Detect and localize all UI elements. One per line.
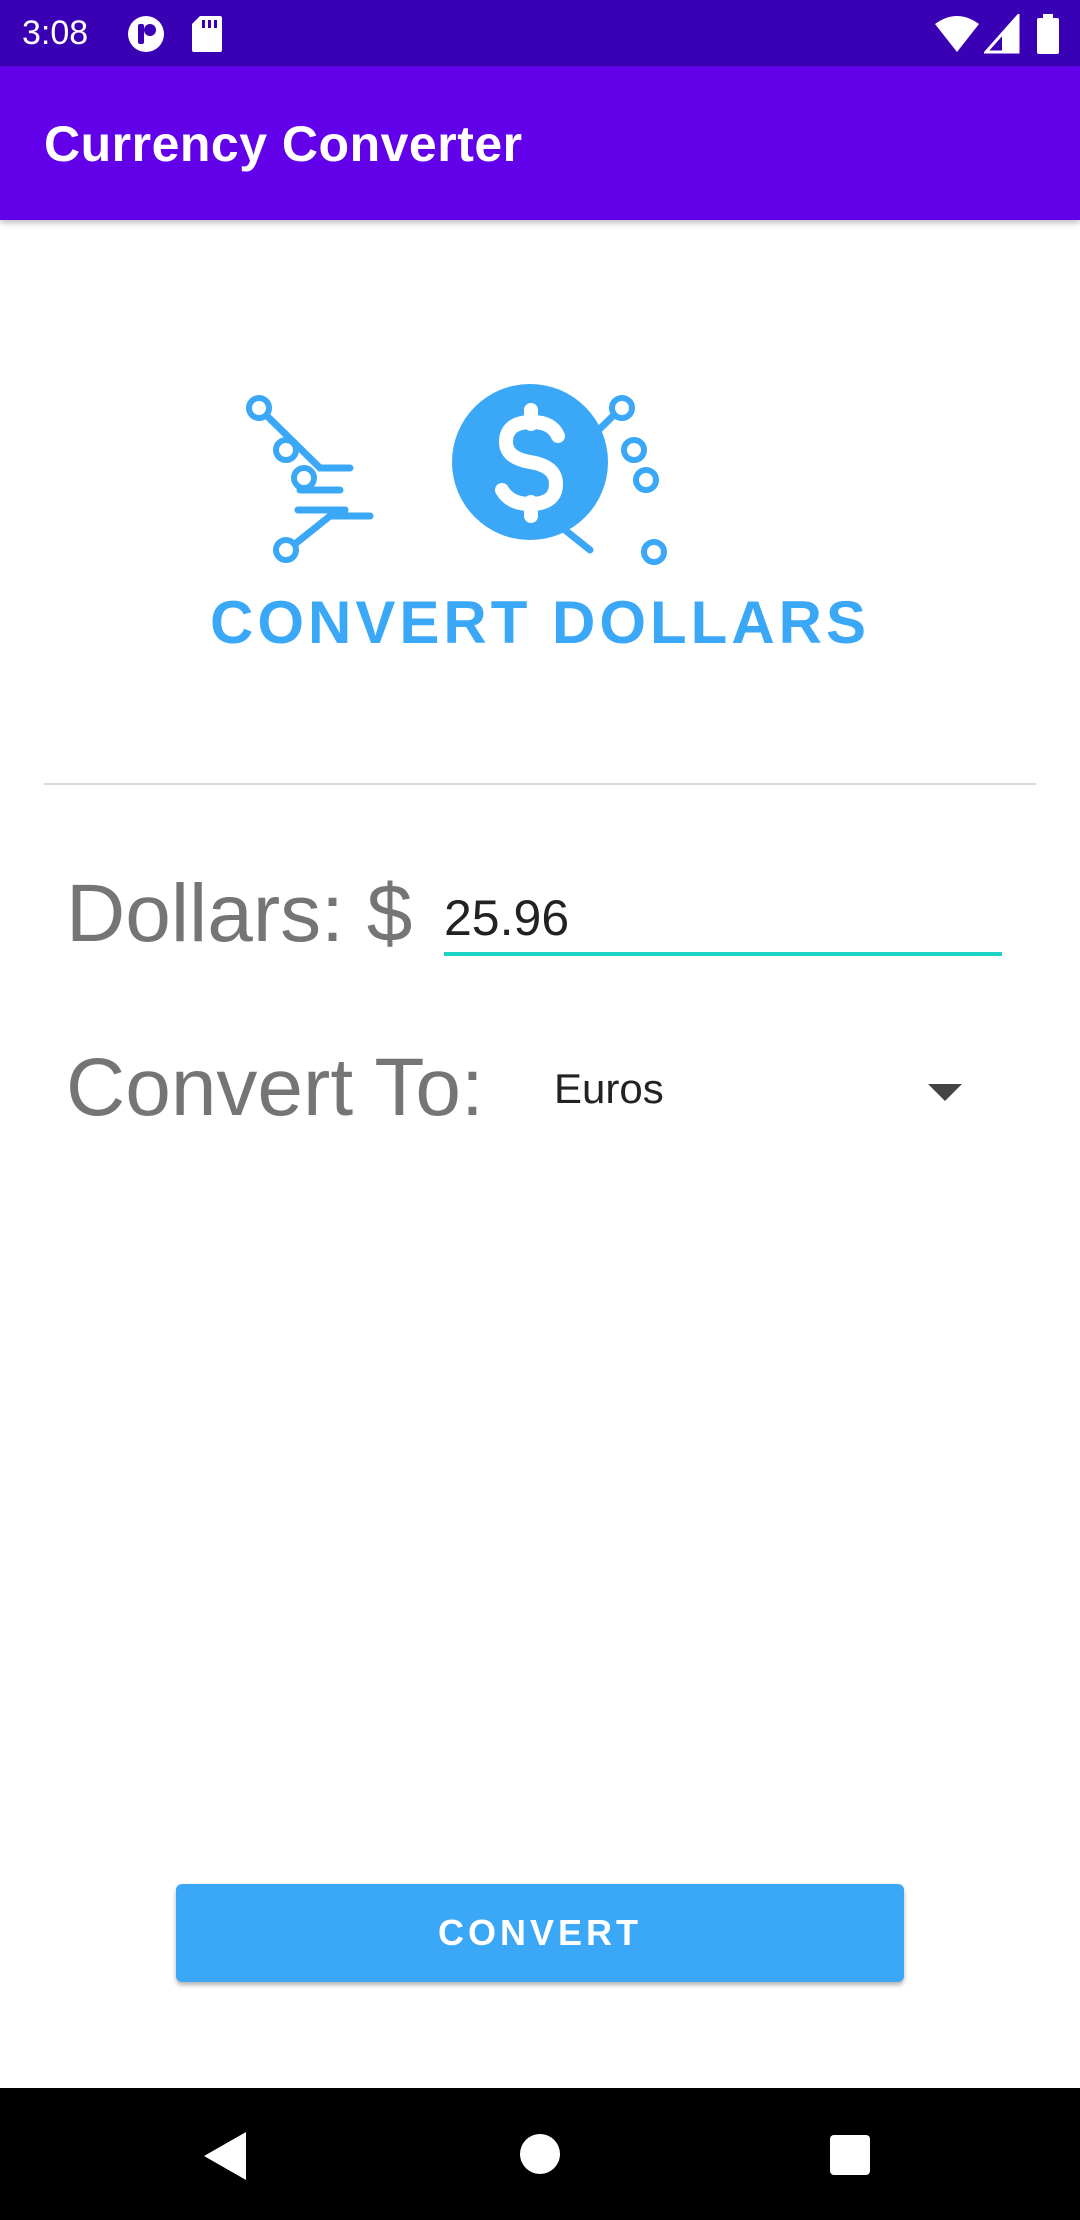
back-icon[interactable] <box>204 2132 246 2180</box>
app-bar: Currency Converter <box>0 66 1080 220</box>
dollars-label: Dollars: $ <box>66 868 413 959</box>
selected-currency: Euros <box>554 1065 664 1112</box>
divider <box>44 783 1036 785</box>
status-bar: 3:08 <box>0 0 1080 66</box>
notification-app-icon <box>128 16 164 52</box>
convert-to-label: Convert To: <box>66 1042 484 1133</box>
app-title: Currency Converter <box>44 116 523 172</box>
logo: CONVERT DOLLARS <box>160 340 920 680</box>
dollars-amount-input[interactable] <box>444 878 1002 958</box>
home-icon[interactable] <box>520 2134 560 2174</box>
cell-signal-icon <box>984 14 1020 54</box>
logo-text: CONVERT DOLLARS <box>210 589 870 656</box>
convert-button[interactable]: CONVERT <box>176 1884 904 1982</box>
battery-icon <box>1037 14 1059 54</box>
navigation-bar <box>0 2088 1080 2220</box>
currency-dropdown[interactable]: Euros <box>540 1050 980 1130</box>
dollar-circuit-logo-icon <box>246 384 667 565</box>
amount-input-underline <box>444 952 1002 956</box>
dropdown-arrow-icon <box>928 1084 962 1101</box>
wifi-icon <box>935 16 979 52</box>
sd-card-icon <box>192 16 222 52</box>
recents-icon[interactable] <box>830 2135 870 2175</box>
status-time: 3:08 <box>22 14 89 52</box>
